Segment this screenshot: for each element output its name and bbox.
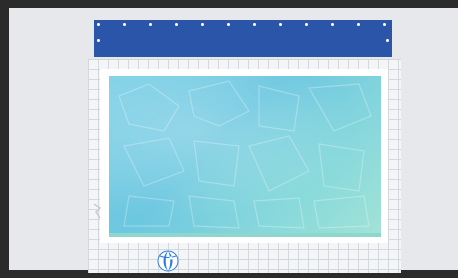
game-screen	[0, 0, 458, 278]
cover-grommet	[253, 23, 256, 26]
deck-marker-icon	[90, 200, 104, 224]
pool-cover[interactable]	[94, 20, 392, 57]
beach-ball-icon[interactable]	[157, 250, 179, 272]
water-caustics	[118, 80, 372, 229]
cover-grommet	[305, 23, 308, 26]
cover-grommet	[97, 39, 100, 42]
cover-grommet	[149, 23, 152, 26]
pool-shallow-ledge	[109, 233, 381, 237]
cover-grommet	[201, 23, 204, 26]
cover-grommet	[383, 23, 386, 26]
cover-grommet	[227, 23, 230, 26]
cover-grommet	[386, 39, 389, 42]
cover-grommet	[357, 23, 360, 26]
pool-water[interactable]	[109, 76, 381, 236]
cover-grommet	[279, 23, 282, 26]
cover-grommet	[331, 23, 334, 26]
cover-grommet	[97, 23, 100, 26]
cover-grommet	[123, 23, 126, 26]
cover-grommet	[175, 23, 178, 26]
